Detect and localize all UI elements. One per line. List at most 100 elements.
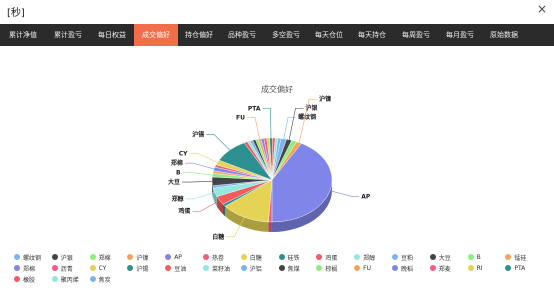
legend-item[interactable]: 豆粕 [391,252,430,262]
legend-item[interactable]: 郑棉 [89,252,128,262]
legend-swatch [14,265,20,271]
legend-swatch [14,276,20,282]
legend-item[interactable]: 大豆 [429,252,468,262]
pie-label-16: CY [179,150,188,157]
performance-window: [秒] × 累计净值 累计盈亏 每日权益 成交偏好 持仓偏好 品种盈亏 多空盈亏… [0,0,554,304]
pie-label-27: PTA [248,105,261,112]
pie-label-line-27 [262,108,272,139]
legend-label: 焦炭 [98,276,111,284]
legend-swatch [391,265,398,271]
legend-label: 郑棉 [23,265,36,273]
legend-label: 白糖 [249,254,262,262]
legend-item[interactable]: 螺纹钢 [14,252,52,262]
legend-label: 晚稻 [400,265,413,273]
pie-label-line-17 [206,134,230,151]
legend-item[interactable]: 热卷 [202,252,241,262]
legend-swatch [467,265,474,271]
pie-label-line-9 [185,192,215,200]
pie-label-line-4 [329,190,360,197]
legend-item[interactable]: 沪银 [51,252,90,262]
legend-swatch [505,265,512,271]
pie-label-12: B [176,170,181,177]
legend-item[interactable]: B [467,252,506,262]
legend-label: 鸡蛋 [325,254,338,262]
legend-item[interactable]: 锰硅 [505,252,543,262]
legend-swatch [240,265,247,271]
legend-item[interactable]: 郑麦 [429,263,468,273]
pie-label-line-16 [189,152,218,163]
legend-swatch [165,254,172,260]
legend-item[interactable]: 菜籽油 [202,263,241,273]
legend-swatch [127,265,134,271]
legend-item[interactable]: 聚丙烯 [51,274,90,284]
legend-item[interactable]: 晚稻 [391,263,430,273]
legend-label: AP [174,253,182,261]
legend-item[interactable]: 沪锡 [127,263,165,273]
legend-item[interactable]: 沪铝 [240,263,279,273]
legend-item[interactable]: 豆油 [165,263,203,273]
legend-swatch [165,265,172,271]
legend-label: 沪铝 [249,265,262,273]
legend-item[interactable]: FU [354,263,392,273]
legend-item[interactable]: 沥青 [51,263,90,273]
legend-item[interactable]: 郑醇 [354,252,392,262]
legend-label: 沪镍 [136,254,149,262]
legend-label: 沥青 [60,265,73,273]
legend-label: 豆粕 [400,254,413,262]
legend-swatch [429,265,436,271]
legend-label: 豆油 [174,265,187,273]
pie-label-line-23 [247,117,260,139]
legend-swatch [89,265,96,271]
legend-swatch [89,276,96,282]
legend-item[interactable]: 焦炭 [89,274,128,284]
legend-label: 热卷 [211,254,224,262]
legend-label: 螺纹钢 [23,254,42,262]
legend-swatch [14,254,20,260]
legend-swatch [202,254,209,260]
legend-item[interactable]: 郑棉 [14,263,52,273]
legend-item[interactable]: 沪镍 [127,252,165,262]
legend-item[interactable]: 棕榈 [316,263,354,273]
legend-item[interactable]: RI [467,263,506,273]
pie-label-8: 鸡蛋 [177,207,191,215]
pie-label-17: 沪锡 [192,131,204,139]
legend-item[interactable]: CY [89,263,128,273]
legend-label: FU [363,264,372,272]
legend-label: 郑醇 [363,254,376,262]
pie-label-23: FU [236,114,245,121]
pie-label-line-14 [184,162,215,170]
legend-item[interactable]: AP [165,252,203,262]
legend-label: 焦煤 [287,265,300,273]
legend-label: 硅铁 [287,254,300,262]
legend-item[interactable]: 鸡蛋 [316,252,354,262]
chart-legend: 螺纹钢 沪银 郑棉 沪镍 AP 热卷 白糖 硅铁 鸡蛋 郑醇 豆粕 大豆 B 锰硅 郑棉 沥青 CY 沪锡 豆油 菜籽… [14,252,544,284]
legend-swatch [316,265,323,271]
pie-label-3: 沪镍 [319,95,331,103]
pie-label-line-12 [182,172,213,176]
legend-swatch [505,254,512,260]
legend-swatch [354,254,361,260]
legend-item[interactable]: PTA [505,263,543,273]
pie-label-0: 螺纹钢 [298,113,316,121]
pie-chart: 螺纹钢沪银沪镍AP白糖鸡蛋郑醇大豆B郑棉CY沪锡FUPTA [168,95,371,241]
legend-swatch [316,254,323,260]
legend-label: 郑麦 [438,265,451,273]
legend-item[interactable]: 白糖 [240,252,279,262]
legend-swatch [391,254,398,260]
pie-label-line-1 [288,107,304,140]
legend-item[interactable]: 焦煤 [278,263,317,273]
legend-swatch [51,265,58,271]
legend-item[interactable]: 橡胶 [14,274,52,284]
pie-label-6: 白糖 [212,233,224,241]
legend-swatch [202,265,209,271]
legend-label: 郑棉 [98,254,111,262]
pie-label-line-11 [182,181,213,183]
legend-swatch [127,254,134,260]
legend-label: 大豆 [438,254,451,262]
legend-item[interactable]: 硅铁 [278,252,317,262]
legend-label: CY [98,264,107,272]
pie-label-4: AP [361,193,371,200]
pie-slices [211,137,333,223]
legend-label: 锰硅 [514,254,527,262]
legend-swatch [354,265,361,271]
